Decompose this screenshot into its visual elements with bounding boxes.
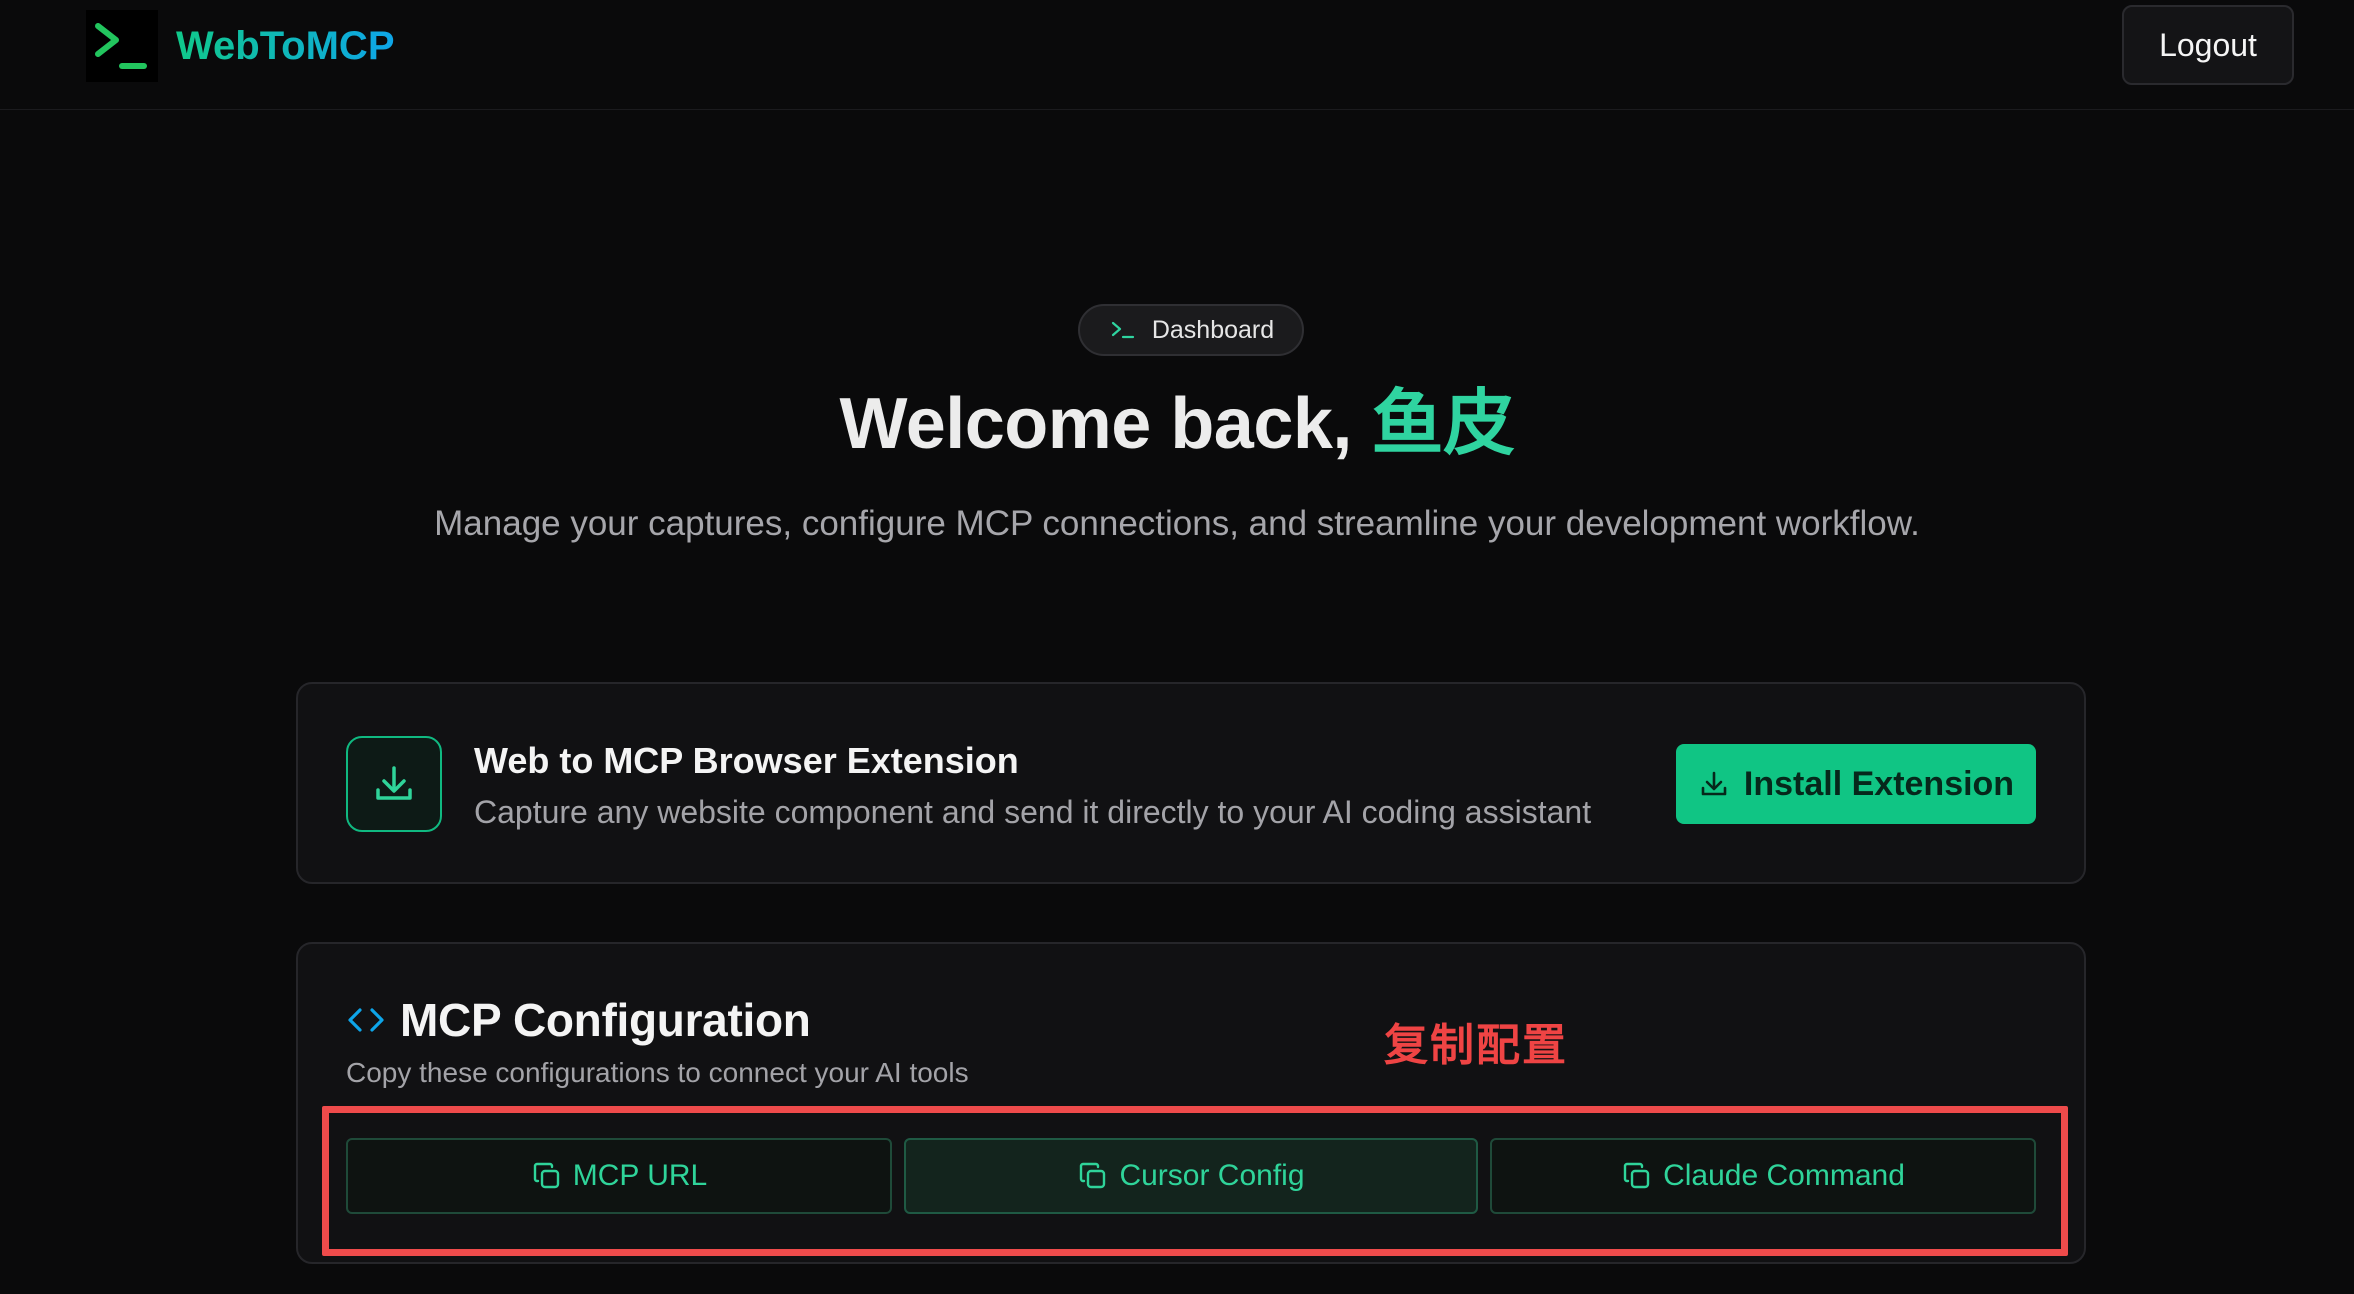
download-icon: [346, 736, 442, 832]
brand-name[interactable]: WebToMCP: [176, 20, 395, 72]
copy-claude-command-button[interactable]: Claude Command: [1490, 1138, 2036, 1214]
badge-label: Dashboard: [1151, 315, 1275, 344]
top-navbar: WebToMCP Logout: [0, 0, 2354, 110]
install-button-label: Install Extension: [1743, 764, 2015, 803]
copy-button-label: MCP URL: [572, 1159, 708, 1192]
copy-button-label: Claude Command: [1663, 1159, 1905, 1192]
code-brackets-icon: [348, 1008, 384, 1032]
config-description: Copy these configurations to connect you…: [346, 1057, 969, 1088]
copy-cursor-config-button[interactable]: Cursor Config: [904, 1138, 1478, 1214]
copy-icon: [1623, 1162, 1650, 1189]
copy-icon: [1080, 1162, 1106, 1189]
copy-icon: [533, 1162, 559, 1189]
mcp-configuration-card: MCP Configuration Copy these configurati…: [296, 942, 2086, 1264]
download-icon: [1701, 771, 1727, 796]
config-title: MCP Configuration: [400, 994, 811, 1046]
welcome-text: Welcome back,: [839, 384, 1372, 464]
install-extension-button[interactable]: Install Extension: [1676, 744, 2036, 824]
extension-card: Web to MCP Browser Extension Capture any…: [296, 682, 2086, 884]
config-heading: MCP Configuration: [346, 992, 811, 1048]
extension-description: Capture any website component and send i…: [474, 794, 1592, 830]
page-title: Welcome back, 鱼皮: [0, 378, 2354, 470]
logout-button[interactable]: Logout: [2122, 5, 2294, 85]
terminal-prompt-icon[interactable]: [86, 10, 158, 82]
page-subtitle: Manage your captures, configure MCP conn…: [434, 504, 1920, 543]
extension-title: Web to MCP Browser Extension: [474, 740, 1019, 781]
copy-mcp-url-button[interactable]: MCP URL: [346, 1138, 892, 1214]
username: 鱼皮: [1371, 384, 1515, 464]
dashboard-badge: Dashboard: [1078, 304, 1304, 356]
copy-button-label: Cursor Config: [1119, 1159, 1305, 1192]
terminal-prompt-icon: [1111, 321, 1134, 339]
annotation-label: 复制配置: [1384, 1021, 1568, 1070]
